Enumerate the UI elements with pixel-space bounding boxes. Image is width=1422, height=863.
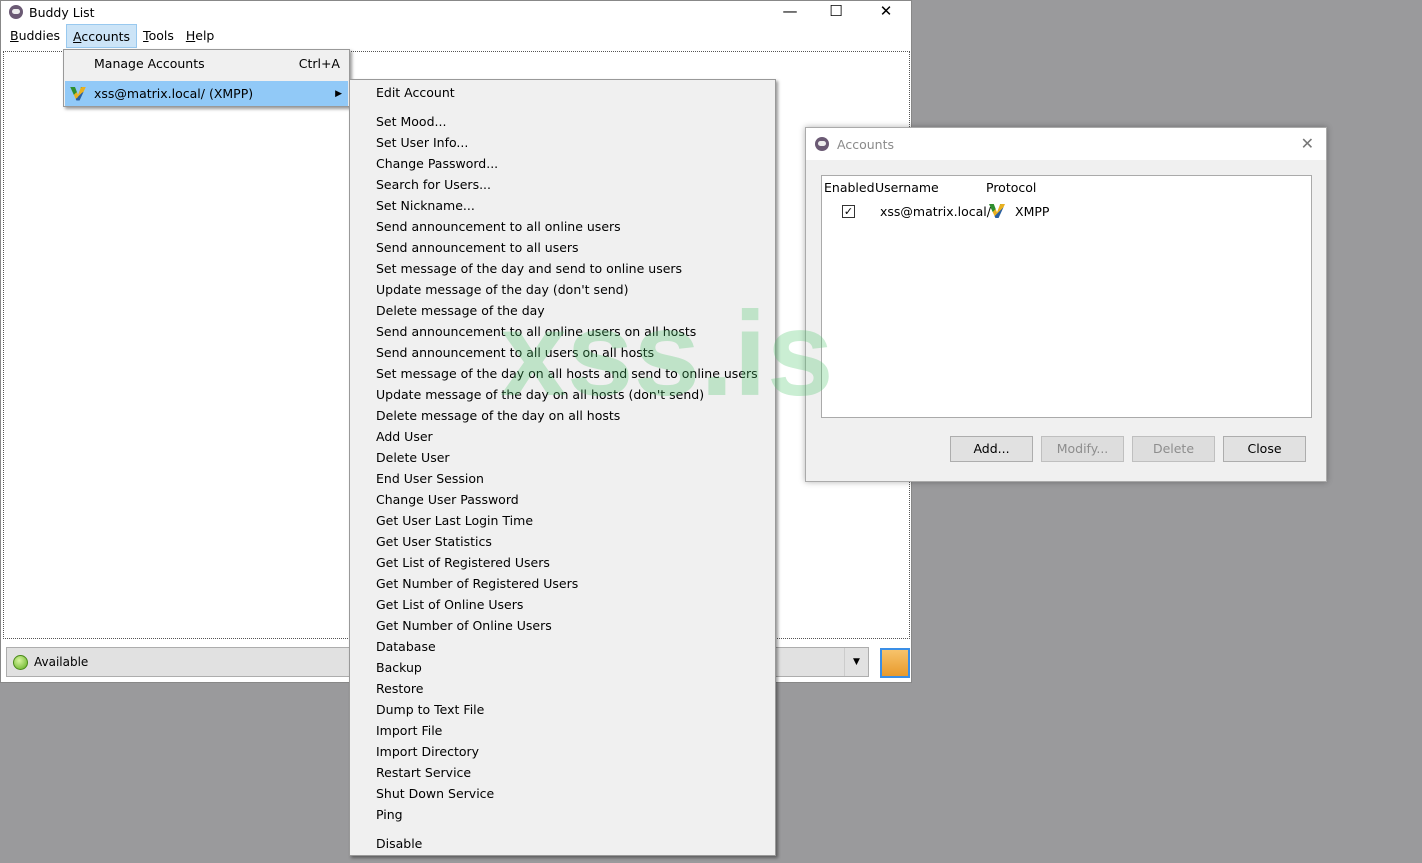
submenu-item[interactable]: End User Session (376, 469, 484, 489)
account-item-xmpp[interactable]: xss@matrix.local/ (XMPP) ▶ (65, 81, 348, 106)
account-label: xss@matrix.local/ (XMPP) (94, 86, 254, 101)
xmpp-icon (989, 204, 1005, 218)
delete-button[interactable]: Delete (1132, 436, 1215, 462)
accounts-dialog: Accounts ✕ Enabled Username Protocol ✓ x… (805, 127, 1327, 482)
accounts-table: Enabled Username Protocol ✓ xss@matrix.l… (821, 175, 1312, 418)
username-cell: xss@matrix.local/ (880, 204, 991, 219)
accounts-menu: Manage Accounts Ctrl+A xss@matrix.local/… (63, 49, 350, 107)
submenu-item[interactable]: Get List of Online Users (376, 595, 523, 615)
submenu-item[interactable]: Shut Down Service (376, 784, 494, 804)
pidgin-icon (815, 137, 829, 151)
column-enabled[interactable]: Enabled (824, 180, 875, 195)
menu-buddies[interactable]: Buddies (4, 24, 66, 48)
submenu-item[interactable]: Get User Statistics (376, 532, 492, 552)
submenu-item[interactable]: Send announcement to all online users on… (376, 322, 696, 342)
submenu-item[interactable]: Restart Service (376, 763, 471, 783)
submenu-item[interactable]: Get User Last Login Time (376, 511, 533, 531)
menu-accounts[interactable]: Accounts (66, 24, 138, 48)
window-title: Buddy List (29, 4, 95, 20)
submenu-arrow-icon: ▶ (335, 88, 342, 99)
protocol-cell: XMPP (1015, 204, 1050, 219)
xmpp-icon (70, 86, 86, 101)
submenu-item[interactable]: Set message of the day on all hosts and … (376, 364, 758, 384)
submenu-item[interactable]: Set User Info... (376, 133, 468, 153)
submenu-item[interactable]: Delete message of the day on all hosts (376, 406, 620, 426)
submenu-item[interactable]: Get Number of Online Users (376, 616, 552, 636)
submenu-item[interactable]: Database (376, 637, 436, 657)
close-dialog-button[interactable]: Close (1223, 436, 1306, 462)
add-button[interactable]: Add... (950, 436, 1033, 462)
maximize-button[interactable]: ☐ (813, 1, 859, 21)
account-submenu: Edit Account Set Mood... Set User Info... C… (349, 79, 776, 856)
submenu-item[interactable]: Change User Password (376, 490, 519, 510)
minimize-button[interactable]: — (767, 1, 813, 21)
buddy-icon-button[interactable] (880, 648, 910, 678)
submenu-item[interactable]: Send announcement to all users on all ho… (376, 343, 654, 363)
submenu-item[interactable]: Restore (376, 679, 423, 699)
menu-tools[interactable]: Tools (137, 24, 180, 48)
submenu-item[interactable]: Update message of the day on all hosts (… (376, 385, 704, 405)
submenu-item[interactable]: Set Mood... (376, 112, 446, 132)
submenu-item[interactable]: Set message of the day and send to onlin… (376, 259, 682, 279)
submenu-item[interactable]: Send announcement to all online users (376, 217, 621, 237)
submenu-item[interactable]: Ping (376, 805, 403, 825)
dialog-title: Accounts (837, 136, 894, 152)
modify-button[interactable]: Modify... (1041, 436, 1124, 462)
manage-accounts-item[interactable]: Manage Accounts Ctrl+A (65, 51, 348, 76)
submenu-item[interactable]: Change Password... (376, 154, 498, 174)
submenu-item[interactable]: Import Directory (376, 742, 479, 762)
submenu-item[interactable]: Get Number of Registered Users (376, 574, 578, 594)
submenu-item[interactable]: Search for Users... (376, 175, 491, 195)
dialog-close-icon[interactable]: ✕ (1301, 134, 1314, 153)
manage-accounts-label: Manage Accounts (94, 56, 205, 71)
submenu-item[interactable]: Add User (376, 427, 433, 447)
menu-help[interactable]: Help (180, 24, 221, 48)
status-label: Available (34, 655, 89, 669)
submenu-item[interactable]: Get List of Registered Users (376, 553, 550, 573)
column-protocol[interactable]: Protocol (986, 180, 1036, 195)
chevron-down-icon[interactable]: ▼ (844, 648, 868, 676)
column-username[interactable]: Username (875, 180, 939, 195)
submenu-item[interactable]: Update message of the day (don't send) (376, 280, 629, 300)
submenu-item[interactable]: Set Nickname... (376, 196, 475, 216)
pidgin-icon (9, 5, 23, 19)
available-icon (13, 654, 28, 670)
submenu-item[interactable]: Import File (376, 721, 442, 741)
submenu-item[interactable]: Delete message of the day (376, 301, 545, 321)
manage-accounts-shortcut: Ctrl+A (298, 56, 340, 71)
submenu-item[interactable]: Send announcement to all users (376, 238, 579, 258)
close-button[interactable]: ✕ (863, 1, 909, 21)
menu-bar: Buddies Accounts Tools Help (1, 23, 911, 49)
submenu-item[interactable]: Delete User (376, 448, 450, 468)
submenu-item[interactable]: Dump to Text File (376, 700, 484, 720)
submenu-item[interactable]: Edit Account (376, 83, 455, 103)
submenu-item[interactable]: Disable (376, 834, 422, 854)
submenu-item[interactable]: Backup (376, 658, 422, 678)
enabled-checkbox[interactable]: ✓ (842, 205, 855, 218)
